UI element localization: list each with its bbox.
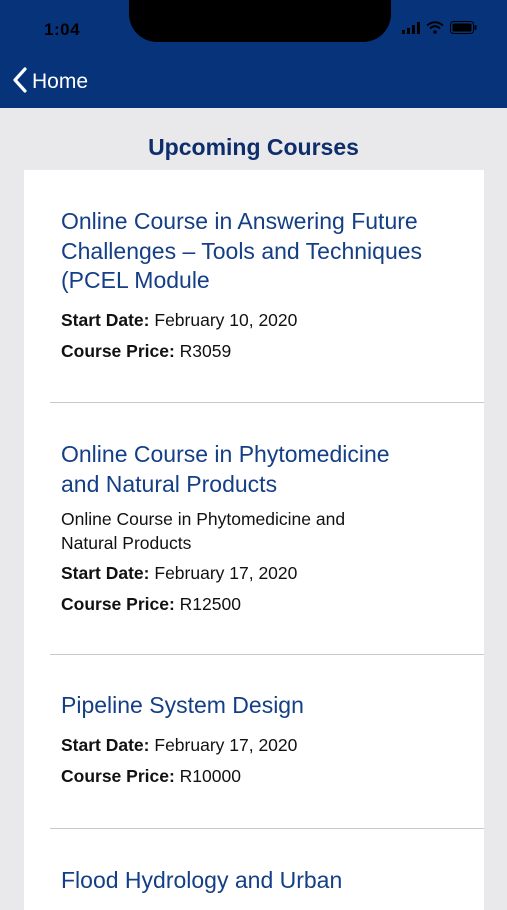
course-title[interactable]: Online Course in Answering Future Challe…	[61, 207, 434, 296]
status-icons	[402, 20, 477, 40]
start-date-value: February 17, 2020	[154, 734, 298, 755]
price-value: R3059	[179, 340, 232, 361]
start-date-value: February 17, 2020	[154, 563, 298, 583]
price-label: Course Price:	[61, 340, 175, 361]
price-label: Course Price:	[61, 594, 175, 614]
course-start: Start Date: February 17, 2020	[61, 735, 484, 756]
start-date-value: February 10, 2020	[154, 309, 298, 330]
course-title[interactable]: Online Course in Phytomedicine and Natur…	[61, 440, 434, 499]
back-label: Home	[32, 70, 89, 93]
start-date-label: Start Date:	[61, 309, 150, 330]
course-start: Start Date: February 17, 2020	[61, 563, 484, 584]
course-item[interactable]: Pipeline System Design Start Date: Febru…	[24, 691, 484, 787]
course-description: Online Course in Phytomedicine and Natur…	[61, 509, 346, 553]
course-item[interactable]: Online Course in Answering Future Challe…	[24, 207, 484, 362]
course-item[interactable]: Online Course in Phytomedicine and Natur…	[24, 440, 484, 615]
signal-icon	[402, 21, 420, 39]
course-item[interactable]: Flood Hydrology and Urban	[24, 866, 484, 896]
battery-icon	[450, 21, 477, 39]
course-list: Online Course in Answering Future Challe…	[24, 170, 484, 910]
status-time: 1:04	[44, 20, 81, 39]
course-title[interactable]: Flood Hydrology and Urban	[61, 866, 434, 896]
price-value: R10000	[179, 765, 241, 786]
page-title: Upcoming Courses	[148, 134, 359, 160]
course-price: Course Price: R3059	[61, 341, 484, 362]
chevron-left-icon	[12, 66, 28, 99]
start-date-label: Start Date:	[61, 563, 150, 583]
start-date-label: Start Date:	[61, 734, 150, 755]
price-value: R12500	[179, 594, 241, 614]
price-label: Course Price:	[61, 765, 175, 786]
wifi-icon	[426, 21, 444, 39]
app-header: 1:04 Home	[0, 0, 507, 108]
divider	[50, 654, 484, 655]
course-price: Course Price: R12500	[61, 594, 484, 615]
device-notch	[129, 0, 391, 42]
course-title[interactable]: Pipeline System Design	[61, 691, 434, 721]
course-start: Start Date: February 10, 2020	[61, 310, 484, 331]
divider	[50, 828, 484, 829]
course-price: Course Price: R10000	[61, 766, 484, 787]
divider	[50, 402, 484, 403]
back-button[interactable]: Home	[12, 64, 88, 100]
